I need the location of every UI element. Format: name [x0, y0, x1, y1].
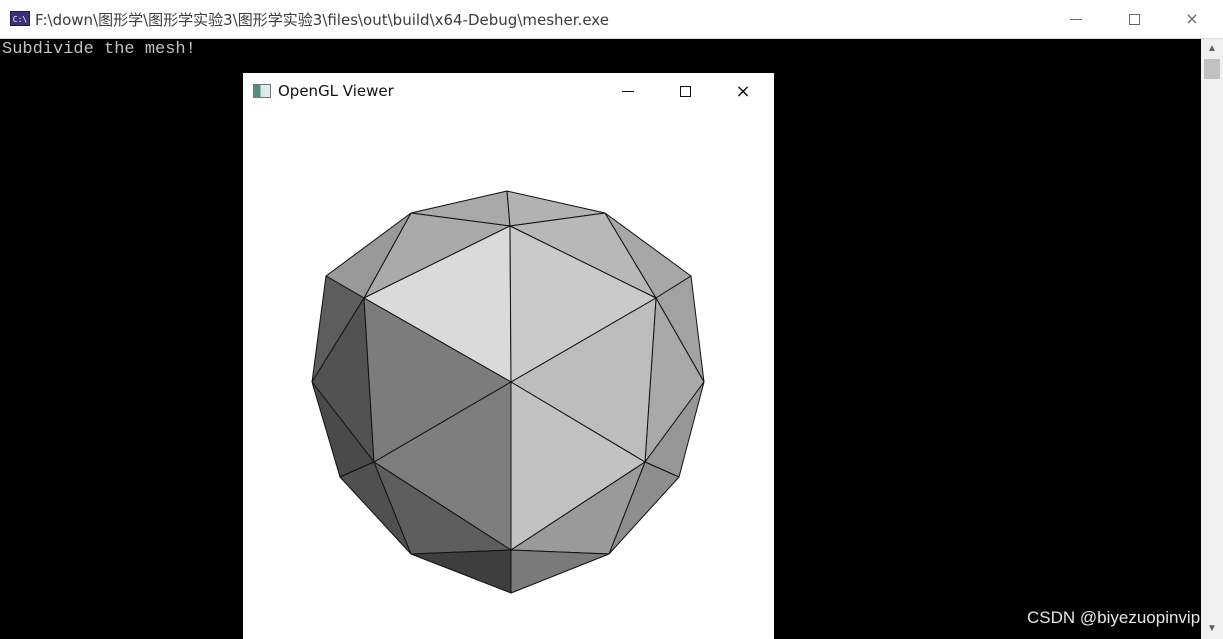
console-close-button[interactable]: ×: [1163, 0, 1221, 38]
console-minimize-button[interactable]: [1047, 0, 1105, 38]
scrollbar-thumb[interactable]: [1204, 59, 1220, 79]
scroll-down-arrow-icon[interactable]: ▼: [1201, 619, 1223, 637]
opengl-viewer-titlebar[interactable]: OpenGL Viewer ×: [243, 73, 774, 110]
scroll-up-arrow-icon[interactable]: ▲: [1201, 39, 1223, 57]
mesh-face: [510, 549, 610, 594]
minimize-icon: [622, 91, 634, 92]
console-vertical-scrollbar[interactable]: ▲ ▼: [1201, 39, 1223, 639]
maximize-icon: [1128, 13, 1140, 25]
console-app-icon: C:\: [10, 11, 30, 26]
close-icon: ×: [735, 80, 751, 102]
console-titlebar[interactable]: C:\ F:\down\图形学\图形学实验3\图形学实验3\files\out\…: [0, 0, 1223, 39]
mesh-face: [410, 549, 512, 594]
console-window-title: F:\down\图形学\图形学实验3\图形学实验3\files\out\buil…: [35, 11, 609, 29]
close-icon: ×: [1185, 9, 1199, 28]
opengl-maximize-button[interactable]: [656, 73, 714, 110]
opengl-window-icon: [253, 84, 271, 98]
console-output-text: Subdivide the mesh!: [2, 40, 196, 59]
opengl-viewer-window[interactable]: OpenGL Viewer ×: [243, 73, 774, 639]
console-maximize-button[interactable]: [1105, 0, 1163, 38]
minimize-icon: [1070, 18, 1082, 20]
subdivided-mesh-render: [311, 190, 705, 594]
csdn-watermark: CSDN @biyezuopinvip: [1027, 608, 1201, 627]
opengl-viewer-title: OpenGL Viewer: [278, 82, 394, 100]
opengl-minimize-button[interactable]: [599, 73, 657, 110]
maximize-icon: [679, 86, 691, 97]
opengl-close-button[interactable]: ×: [714, 73, 772, 110]
opengl-viewport[interactable]: [243, 110, 774, 639]
